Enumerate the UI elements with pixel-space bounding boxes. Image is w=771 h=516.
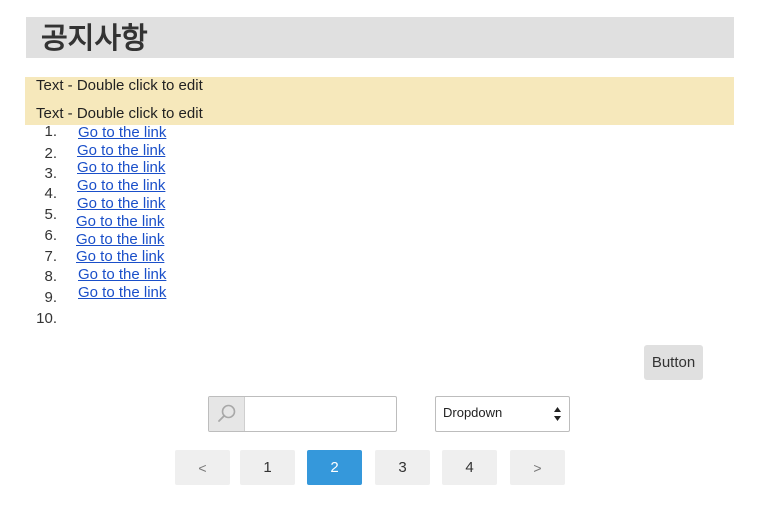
list-item-link[interactable]: Go to the link bbox=[76, 213, 164, 231]
pagination-prev-button[interactable]: < bbox=[175, 450, 230, 485]
list-item-number: 8. bbox=[44, 268, 57, 285]
list-item-number: 3. bbox=[44, 165, 57, 182]
list-item-link[interactable]: Go to the link bbox=[78, 124, 166, 142]
search-icon[interactable] bbox=[209, 397, 245, 431]
sort-arrows-icon bbox=[553, 406, 562, 427]
note-text-2[interactable]: Text - Double click to edit bbox=[36, 105, 203, 123]
list-item-number: 10. bbox=[36, 310, 57, 327]
note-text-1[interactable]: Text - Double click to edit bbox=[36, 77, 203, 95]
pagination-page-4[interactable]: 4 bbox=[442, 450, 497, 485]
list-item-link[interactable]: Go to the link bbox=[77, 195, 165, 213]
dropdown-selected-value: Dropdown bbox=[443, 405, 503, 420]
list-item-link[interactable]: Go to the link bbox=[77, 177, 165, 195]
search-box bbox=[208, 396, 397, 432]
page-title: 공지사항 bbox=[41, 21, 148, 55]
list-item-number: 6. bbox=[44, 227, 57, 244]
dropdown-select[interactable]: Dropdown bbox=[435, 396, 570, 432]
list-item-number: 4. bbox=[44, 185, 57, 202]
list-item-link[interactable]: Go to the link bbox=[77, 159, 165, 177]
list-item-link[interactable]: Go to the link bbox=[78, 266, 166, 284]
action-button[interactable]: Button bbox=[644, 345, 703, 380]
note-box: Text - Double click to edit Text - Doubl… bbox=[25, 77, 734, 125]
pagination-page-2-active[interactable]: 2 bbox=[307, 450, 362, 485]
list-item-number: 7. bbox=[44, 248, 57, 265]
list-item-link[interactable]: Go to the link bbox=[77, 142, 165, 160]
list-item-number: 9. bbox=[44, 289, 57, 306]
list-item-link[interactable]: Go to the link bbox=[76, 231, 164, 249]
list-item-link[interactable]: Go to the link bbox=[76, 248, 164, 266]
search-input[interactable] bbox=[246, 397, 394, 431]
list-item-link[interactable]: Go to the link bbox=[78, 284, 166, 302]
title-bar: 공지사항 bbox=[26, 17, 734, 58]
list-item-number: 5. bbox=[44, 206, 57, 223]
list-item-number: 2. bbox=[44, 145, 57, 162]
pagination-next-button[interactable]: > bbox=[510, 450, 565, 485]
pagination-page-1[interactable]: 1 bbox=[240, 450, 295, 485]
list-item-number: 1. bbox=[44, 123, 57, 140]
pagination-page-3[interactable]: 3 bbox=[375, 450, 430, 485]
